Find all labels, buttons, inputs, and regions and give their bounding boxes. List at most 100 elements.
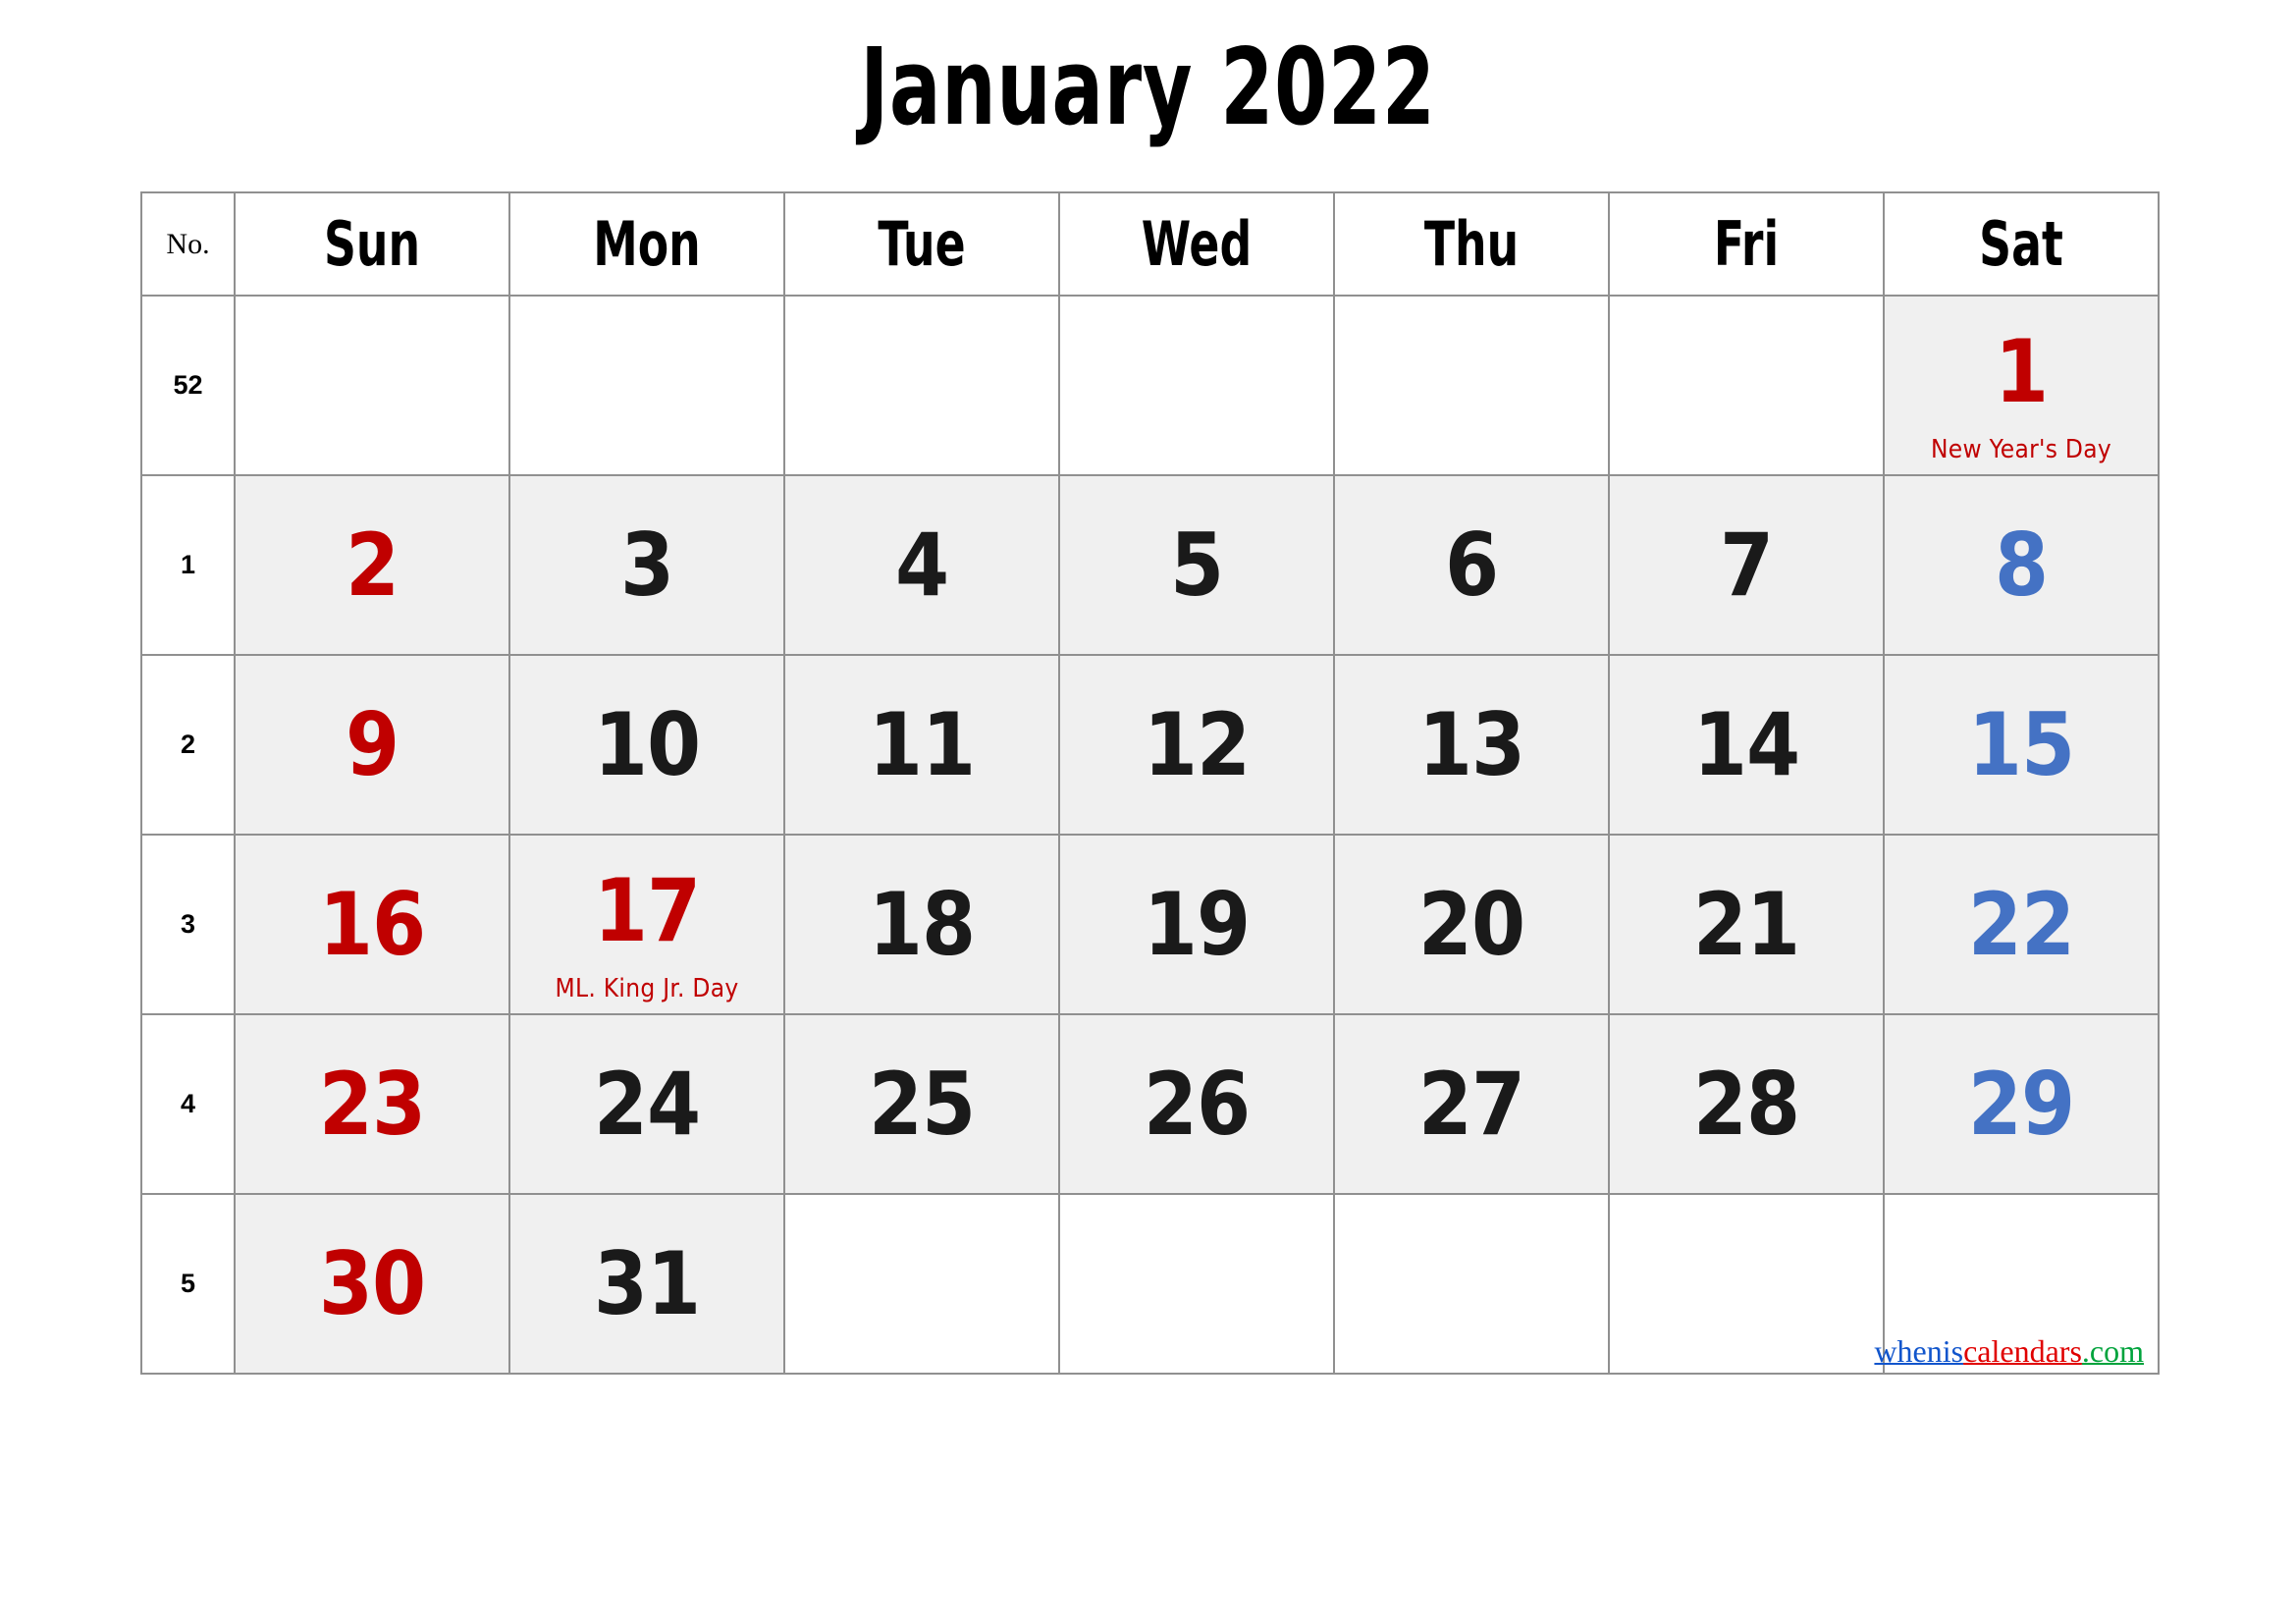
day-cell-empty <box>1333 1193 1610 1375</box>
day-number: 25 <box>868 1053 976 1155</box>
day-header-tue: Tue <box>808 191 1036 297</box>
day-cell[interactable]: 9 <box>234 654 510 836</box>
calendar-week-row: 2 9 10 11 12 13 14 15 <box>140 654 2160 836</box>
day-number: 2 <box>345 514 400 616</box>
day-header-thu: Thu <box>1358 191 1585 297</box>
day-number: 26 <box>1143 1053 1251 1155</box>
day-number: 6 <box>1444 514 1499 616</box>
day-cell-empty <box>234 295 510 476</box>
day-cell[interactable]: 19 <box>1058 834 1335 1015</box>
week-number-cell: 1 <box>140 474 236 656</box>
day-cell[interactable]: 27 <box>1333 1013 1610 1195</box>
calendar-week-row: 4 23 24 25 26 27 28 29 <box>140 1013 2160 1195</box>
day-number: 12 <box>1143 693 1251 795</box>
day-cell[interactable]: 17 ML. King Jr. Day <box>508 834 785 1015</box>
day-number: 15 <box>1967 693 2075 795</box>
watermark-part-3: .com <box>2081 1333 2144 1369</box>
day-number: 3 <box>619 514 674 616</box>
day-number: 22 <box>1967 873 2075 975</box>
day-cell[interactable]: 18 <box>783 834 1060 1015</box>
day-cell[interactable]: 8 <box>1883 474 2160 656</box>
week-number-cell: 3 <box>140 834 236 1015</box>
day-number: 9 <box>345 693 400 795</box>
day-header-wed: Wed <box>1083 191 1310 297</box>
day-number: 20 <box>1417 873 1525 975</box>
calendar-week-row: 5 30 31 <box>140 1193 2160 1375</box>
day-cell[interactable]: 5 <box>1058 474 1335 656</box>
day-number: 31 <box>593 1232 701 1334</box>
day-number: 23 <box>318 1053 426 1155</box>
day-cell[interactable]: 15 <box>1883 654 2160 836</box>
day-number: 8 <box>1994 514 2049 616</box>
day-number: 14 <box>1692 693 1800 795</box>
watermark-part-1: whenis <box>1874 1333 1964 1369</box>
day-number: 18 <box>868 873 976 975</box>
day-header-mon: Mon <box>533 191 761 297</box>
day-cell-empty <box>1608 295 1885 476</box>
day-cell[interactable]: 11 <box>783 654 1060 836</box>
day-header-fri: Fri <box>1632 191 1860 297</box>
day-cell[interactable]: 28 <box>1608 1013 1885 1195</box>
day-cell[interactable]: 1 New Year's Day <box>1883 295 2160 476</box>
holiday-label: ML. King Jr. Day <box>555 974 739 1003</box>
day-cell-empty <box>508 295 785 476</box>
day-cell[interactable]: 2 <box>234 474 510 656</box>
calendar-page: January 2022 No. Sun Mon Tue Wed Thu Fri… <box>0 0 2296 1624</box>
day-cell[interactable]: 22 <box>1883 834 2160 1015</box>
calendar-table-wrapper: No. Sun Mon Tue Wed Thu Fri Sat 52 1 New Y… <box>140 191 2160 1375</box>
week-number-header: No. <box>140 191 236 297</box>
day-number: 4 <box>894 514 949 616</box>
day-cell[interactable]: 21 <box>1608 834 1885 1015</box>
day-cell[interactable]: 29 <box>1883 1013 2160 1195</box>
day-cell-empty <box>1608 1193 1885 1375</box>
day-cell-empty <box>1058 1193 1335 1375</box>
watermark-part-2: calendars <box>1963 1333 2082 1369</box>
day-number: 28 <box>1692 1053 1800 1155</box>
day-number: 29 <box>1967 1053 2075 1155</box>
calendar-table: No. Sun Mon Tue Wed Thu Fri Sat 52 1 New Y… <box>140 191 2160 1375</box>
week-number-cell: 2 <box>140 654 236 836</box>
day-number: 11 <box>868 693 976 795</box>
calendar-body: 52 1 New Year's Day 1 2 3 4 5 6 7 8 2 9 10 11 12 13 14 15 3… <box>140 295 2160 1375</box>
day-cell[interactable]: 6 <box>1333 474 1610 656</box>
week-number-cell: 4 <box>140 1013 236 1195</box>
day-number: 30 <box>318 1232 426 1334</box>
calendar-week-row: 1 2 3 4 5 6 7 8 <box>140 474 2160 656</box>
day-cell[interactable]: 24 <box>508 1013 785 1195</box>
day-cell[interactable]: 31 <box>508 1193 785 1375</box>
day-header-sun: Sun <box>258 191 486 297</box>
day-number: 13 <box>1417 693 1525 795</box>
day-cell[interactable]: 14 <box>1608 654 1885 836</box>
day-cell[interactable]: 20 <box>1333 834 1610 1015</box>
day-number: 19 <box>1143 873 1251 975</box>
day-cell[interactable]: 7 <box>1608 474 1885 656</box>
day-cell[interactable]: 3 <box>508 474 785 656</box>
day-number: 21 <box>1692 873 1800 975</box>
day-cell[interactable]: 26 <box>1058 1013 1335 1195</box>
day-cell[interactable]: 23 <box>234 1013 510 1195</box>
day-number: 24 <box>593 1053 701 1155</box>
day-number: 16 <box>318 873 426 975</box>
week-number-cell: 5 <box>140 1193 236 1375</box>
calendar-week-row: 52 1 New Year's Day <box>140 295 2160 476</box>
day-cell[interactable]: 4 <box>783 474 1060 656</box>
day-number: 1 <box>1994 320 2049 422</box>
day-cell[interactable]: 30 <box>234 1193 510 1375</box>
calendar-header-row: No. Sun Mon Tue Wed Thu Fri Sat <box>140 191 2159 297</box>
day-number: 5 <box>1169 514 1224 616</box>
week-number-cell: 52 <box>140 295 236 476</box>
day-cell[interactable]: 12 <box>1058 654 1335 836</box>
day-cell[interactable]: 25 <box>783 1013 1060 1195</box>
page-title: January 2022 <box>860 27 1436 149</box>
day-cell[interactable]: 16 <box>234 834 510 1015</box>
day-number: 10 <box>593 693 701 795</box>
day-cell[interactable]: 13 <box>1333 654 1610 836</box>
day-cell-empty <box>1058 295 1335 476</box>
day-cell-empty <box>783 295 1060 476</box>
holiday-label: New Year's Day <box>1930 435 2112 464</box>
day-cell[interactable]: 10 <box>508 654 785 836</box>
day-cell-empty <box>783 1193 1060 1375</box>
day-number: 27 <box>1417 1053 1525 1155</box>
site-watermark[interactable]: wheniscalendars.com <box>1874 1335 2144 1367</box>
day-cell-empty <box>1333 295 1610 476</box>
